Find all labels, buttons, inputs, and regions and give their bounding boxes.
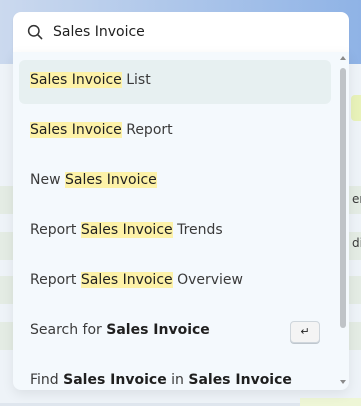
background-chip	[300, 398, 361, 406]
search-result-item[interactable]: Find Sales Invoice in Sales Invoice	[19, 360, 331, 390]
query-term: Sales Invoice	[106, 322, 210, 338]
label-text: New	[30, 172, 65, 188]
search-result-item[interactable]: Report Sales Invoice Overview	[19, 260, 331, 304]
match-highlight: Sales Invoice	[30, 122, 122, 138]
enter-key-icon: ↵	[290, 321, 320, 343]
search-results-panel: Sales Invoice List Sales Invoice Report Ne…	[13, 52, 349, 390]
scrollbar-thumb[interactable]	[340, 68, 346, 328]
search-result-item[interactable]: Search for Sales Invoice ↵	[19, 310, 331, 354]
search-input[interactable]	[53, 22, 333, 42]
match-highlight: Sales Invoice	[65, 172, 157, 188]
scroll-down-arrow-icon[interactable]	[340, 380, 346, 384]
search-result-label: Report Sales Invoice Overview	[30, 272, 243, 288]
label-text: List	[121, 72, 151, 88]
label-text: Report	[30, 272, 81, 288]
match-highlight: Sales Invoice	[30, 72, 122, 88]
search-bar[interactable]	[13, 12, 349, 52]
label-text: in	[166, 372, 189, 388]
search-result-label: Search for Sales Invoice	[30, 322, 210, 338]
label-text: Search for	[30, 322, 107, 338]
scrollbar[interactable]	[338, 52, 349, 390]
label-text: Trends	[172, 222, 223, 238]
match-highlight: Sales Invoice	[80, 222, 173, 238]
background-text-fragment: en	[352, 192, 361, 206]
label-text: Report	[121, 122, 173, 138]
search-result-label: Report Sales Invoice Trends	[30, 222, 223, 238]
label-text: Find	[30, 372, 64, 388]
search-result-item[interactable]: New Sales Invoice	[19, 160, 331, 204]
background-text-fragment: di	[352, 236, 361, 250]
search-result-label: Find Sales Invoice in Sales Invoice	[30, 372, 292, 388]
search-result-label: Sales Invoice Report	[30, 122, 173, 138]
scroll-up-arrow-icon[interactable]	[340, 56, 346, 60]
search-result-item[interactable]: Sales Invoice Report	[19, 110, 331, 154]
label-text: Report	[30, 222, 81, 238]
background-chip	[351, 95, 361, 121]
search-result-item[interactable]: Sales Invoice List	[19, 60, 331, 104]
query-term: Sales Invoice	[63, 372, 167, 388]
search-icon	[27, 24, 43, 40]
search-result-label: Sales Invoice List	[30, 72, 151, 88]
match-highlight: Sales Invoice	[80, 272, 173, 288]
search-result-item[interactable]: Report Sales Invoice Trends	[19, 210, 331, 254]
label-text: Overview	[172, 272, 243, 288]
query-term: Sales Invoice	[188, 372, 292, 388]
search-result-label: New Sales Invoice	[30, 172, 157, 188]
